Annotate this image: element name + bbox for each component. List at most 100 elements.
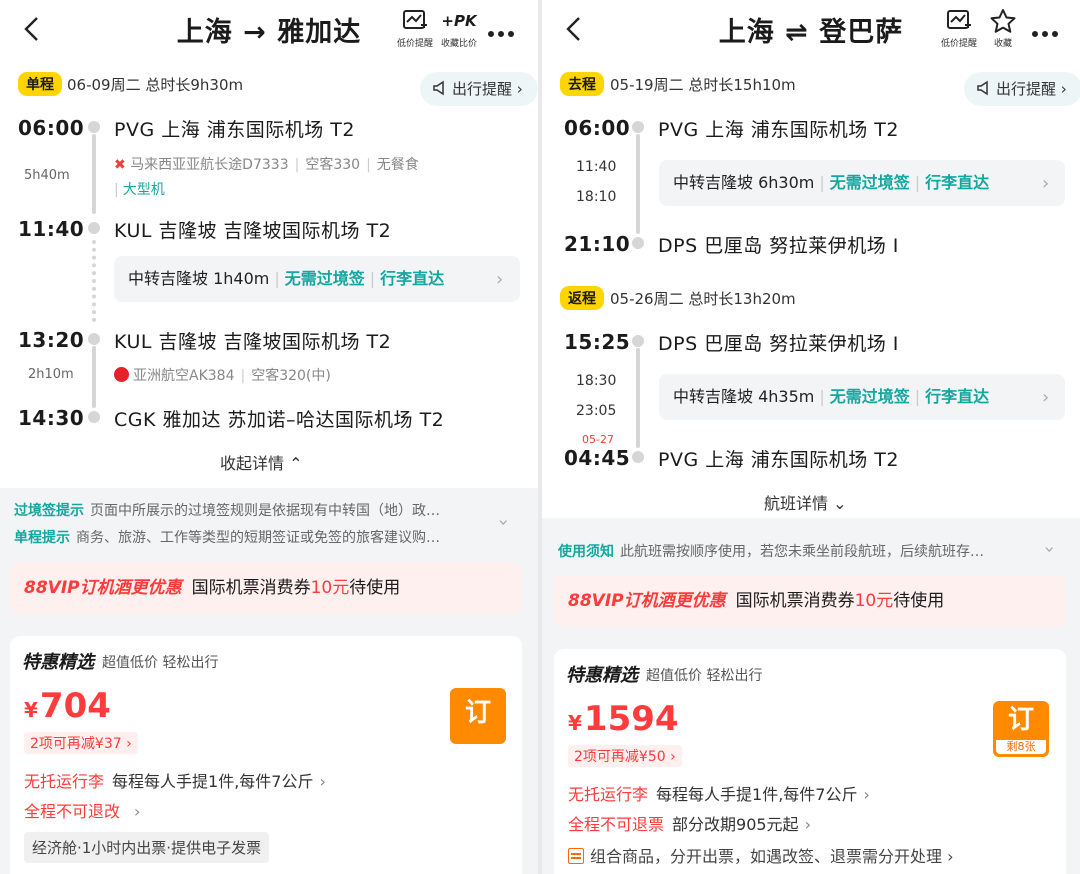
- departure-time: 13:20: [18, 328, 85, 352]
- flight-info-line: ✖ 马来西亚亚航长途D7333 | 空客330 | 无餐食: [114, 157, 419, 173]
- timeline-dot: [632, 451, 644, 463]
- vip-brand: 88VIP订机酒更优惠: [568, 591, 726, 611]
- segment-info: 06-09周二 总时长9h30m: [67, 76, 244, 94]
- favorite-button[interactable]: 收藏: [980, 8, 1026, 49]
- combo-product-notice[interactable]: 组合商品，分开出票，如遇改签、退票需分开处理 ›: [568, 843, 954, 867]
- more-dot-icon: [488, 31, 494, 37]
- refund-rule[interactable]: 全程不可退票 部分改期905元起 ›: [568, 811, 811, 835]
- more-button[interactable]: [1032, 22, 1062, 37]
- rule-text: 每程每人手提1件,每件7公斤: [656, 785, 858, 804]
- discount-text: 2项可再减¥50: [574, 749, 666, 765]
- more-dot-icon: [1042, 31, 1048, 37]
- baggage-rule[interactable]: 无托运行李 每程每人手提1件,每件7公斤 ›: [568, 781, 870, 805]
- timeline-dot: [88, 121, 100, 133]
- chevron-down-icon[interactable]: ›: [1039, 546, 1060, 553]
- book-button[interactable]: 订剩8张: [993, 701, 1049, 757]
- left-flight-detail-panel: 上海 → 雅加达 低价提醒 +PK 收藏比价 单程 06-09周二 总时长9h3…: [0, 0, 538, 874]
- price-alert-button[interactable]: 低价提醒: [392, 8, 438, 49]
- transfer-city-duration: 中转吉隆坡 6h30m: [673, 173, 815, 192]
- book-label: 订: [464, 698, 491, 728]
- large-aircraft-tag: | 大型机: [114, 182, 165, 198]
- vip-coupon-banner[interactable]: 88VIP订机酒更优惠 国际机票消费券10元待使用: [10, 562, 522, 614]
- service-tags: 经济舱·1小时内出票·提供电子发票: [24, 832, 270, 863]
- travel-reminder-button[interactable]: 出行提醒 ›: [420, 72, 538, 106]
- header: 上海 → 雅加达 低价提醒 +PK 收藏比价: [0, 0, 538, 58]
- next-day-date: 05-27: [582, 433, 614, 446]
- departure-time: 06:00: [564, 116, 631, 140]
- meal-info: 无餐食: [376, 157, 419, 173]
- discount-hint[interactable]: 2项可再减¥37 ›: [24, 732, 138, 754]
- transit-visa-notice[interactable]: 过境签提示 页面中所展示的过境签规则是依据现有中转国（地）政…: [14, 500, 494, 520]
- flight-info-line: 亚洲航空AK384 | 空客320(中): [114, 365, 331, 385]
- collapse-details-button[interactable]: 收起详情 ⌃: [220, 450, 303, 474]
- star-icon: [990, 9, 1016, 33]
- notice-text: 此航班需按顺序使用，若您未乘坐前段航班，后续航班存…: [620, 544, 984, 560]
- usage-notice[interactable]: 使用须知 此航班需按顺序使用，若您未乘坐前段航班，后续航班存…: [558, 541, 1038, 561]
- rule-highlight: 全程不可退改: [24, 802, 121, 821]
- transfer-info-row[interactable]: 中转吉隆坡 6h30m | 无需过境签 | 行李直达: [659, 160, 1065, 206]
- no-transit-visa: 无需过境签: [284, 269, 365, 288]
- transfer-dotted-line: [92, 240, 96, 322]
- timeline-dot: [88, 411, 100, 423]
- arrival-airport: DPS 巴厘岛 努拉莱伊机场 I: [658, 235, 899, 257]
- seats-left: 剩8张: [996, 740, 1046, 754]
- more-dot-icon: [498, 31, 504, 37]
- pk-compare-button[interactable]: +PK 收藏比价: [436, 8, 482, 49]
- travel-reminder-label: 出行提醒: [996, 80, 1057, 98]
- transfer-info-row[interactable]: 中转吉隆坡 1h40m | 无需过境签 | 行李直达: [114, 256, 520, 302]
- deal-card: 特惠精选 超值低价 轻松出行 ¥704 2项可再减¥37 › 订 无托运行李 每程…: [10, 636, 522, 874]
- transfer-city-duration: 中转吉隆坡 1h40m: [128, 269, 270, 288]
- price-alert-label: 低价提醒: [396, 39, 433, 49]
- notice-text: 页面中所展示的过境签规则是依据现有中转国（地）政…: [90, 503, 440, 519]
- notice-text: 商务、旅游、工作等类型的短期签证或免签的旅客建议购…: [76, 530, 440, 546]
- timeline-dot: [88, 333, 100, 345]
- more-button[interactable]: [488, 22, 518, 37]
- discount-hint[interactable]: 2项可再减¥50 ›: [568, 745, 682, 767]
- deal-card: 特惠精选 超值低价 轻松出行 ¥1594 2项可再减¥50 › 订剩8张 无托运…: [554, 649, 1066, 874]
- transfer-arrive-time: 18:30: [576, 373, 617, 389]
- aircraft-type: 空客320(中): [251, 368, 331, 384]
- currency-symbol: ¥: [568, 711, 582, 735]
- book-button[interactable]: 订: [450, 688, 506, 744]
- refund-rule[interactable]: 全程不可退改 ›: [24, 798, 140, 822]
- price-alert-label: 低价提醒: [940, 39, 977, 49]
- no-transit-visa: 无需过境签: [829, 387, 910, 406]
- travel-reminder-button[interactable]: 出行提醒 ›: [964, 72, 1080, 106]
- deal-subtitle: 超值低价 轻松出行: [102, 655, 219, 671]
- return-badge: 返程: [560, 286, 604, 310]
- coupon-amount: 10元: [310, 578, 350, 598]
- chevron-right-icon: ›: [1042, 387, 1050, 408]
- airline-flight-no: 马来西亚亚航长途D7333: [130, 157, 289, 173]
- flight-duration: 5h40m: [24, 168, 70, 183]
- megaphone-icon: [433, 80, 444, 96]
- transfer-info-row[interactable]: 中转吉隆坡 4h35m | 无需过境签 | 行李直达: [659, 374, 1065, 420]
- notice-label: 使用须知: [558, 544, 614, 560]
- flight-details-button[interactable]: 航班详情 ⌄: [764, 490, 847, 514]
- vip-coupon-banner[interactable]: 88VIP订机酒更优惠 国际机票消费券10元待使用: [554, 575, 1066, 627]
- arrival-time: 04:45: [564, 446, 631, 470]
- timeline-line: [92, 134, 96, 214]
- timeline-line: [636, 134, 640, 234]
- price-alert-icon: [403, 10, 427, 29]
- collapse-details-label: 收起详情: [220, 454, 285, 473]
- pk-label: 收藏比价: [440, 39, 477, 49]
- price-alert-button[interactable]: 低价提醒: [936, 8, 982, 49]
- chevron-right-icon: ›: [496, 269, 504, 290]
- header: 上海 ⇌ 登巴萨 低价提醒 收藏: [542, 0, 1080, 58]
- document-icon: [568, 848, 584, 864]
- itinerary-card: 去程 05-19周二 总时长15h10m 出行提醒 › 06:00 PVG 上海…: [542, 58, 1080, 518]
- timeline-line: [636, 348, 640, 448]
- travel-reminder-label: 出行提醒: [452, 80, 513, 98]
- rule-text: 部分改期905元起: [672, 815, 799, 834]
- combo-text: 组合商品，分开出票，如遇改签、退票需分开处理: [590, 847, 943, 866]
- flight-details-label: 航班详情: [764, 494, 829, 513]
- baggage-rule[interactable]: 无托运行李 每程每人手提1件,每件7公斤 ›: [24, 768, 326, 792]
- coupon-status: 待使用: [893, 591, 945, 611]
- luggage-through: 行李直达: [925, 387, 990, 406]
- arrival-airport: CGK 雅加达 苏加诺–哈达国际机场 T2: [114, 409, 445, 431]
- deal-title: 特惠精选: [566, 661, 638, 687]
- chevron-down-icon[interactable]: ›: [493, 519, 514, 526]
- price: ¥704: [24, 686, 111, 726]
- one-way-notice[interactable]: 单程提示 商务、旅游、工作等类型的短期签证或免签的旅客建议购…: [14, 527, 494, 547]
- trip-type-badge: 单程: [18, 72, 62, 96]
